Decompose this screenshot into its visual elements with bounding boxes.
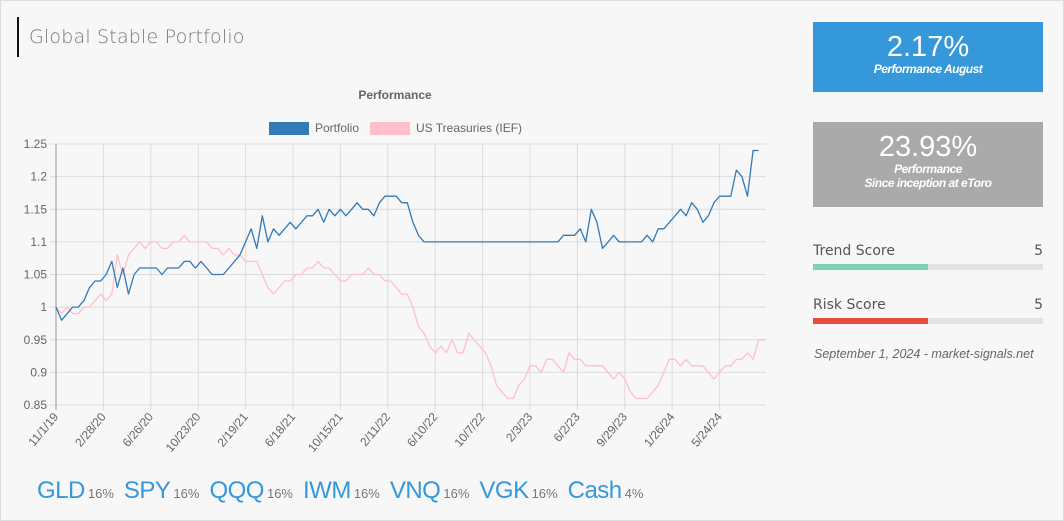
trend-score-bar [813, 264, 1043, 270]
legend-swatch[interactable] [370, 122, 410, 135]
trend-score-label: Trend Score [813, 243, 895, 259]
risk-score-fill [813, 318, 928, 324]
y-tick-label: 1 [40, 300, 47, 314]
legend-label[interactable]: Portfolio [315, 121, 359, 135]
legend-swatch[interactable] [269, 122, 309, 135]
x-tick-label: 6/2/23 [551, 410, 583, 445]
x-tick-label: 10/7/22 [451, 410, 488, 450]
x-tick-label: 6/26/20 [120, 410, 157, 450]
holding-ticker[interactable]: GLD [37, 477, 85, 505]
holding-ticker[interactable]: SPY [124, 477, 171, 505]
inception-performance-label-2: Since inception at eToro [864, 176, 992, 190]
x-tick-label: 2/19/21 [214, 410, 251, 450]
holding-weight: 16% [531, 486, 558, 501]
holding-item[interactable]: VGK 16% [479, 477, 557, 505]
x-tick-label: 11/1/19 [25, 410, 61, 449]
holding-ticker[interactable]: IWM [303, 477, 351, 505]
inception-performance-card: 23.93% Performance Since inception at eT… [813, 122, 1043, 207]
x-tick-label: 2/11/22 [357, 410, 393, 449]
holding-weight: 16% [87, 486, 114, 501]
treasuries-line [55, 234, 766, 400]
monthly-performance-value: 2.17% [886, 31, 970, 63]
risk-score: Risk Score 5 [813, 297, 1043, 324]
risk-score-label: Risk Score [813, 297, 886, 313]
chart-title: Performance [358, 88, 432, 102]
holding-item[interactable]: SPY 16% [124, 477, 200, 505]
x-tick-label: 2/28/20 [72, 410, 109, 450]
y-tick-label: 1.15 [24, 202, 48, 216]
chart-legend: Portfolio US Treasuries (IEF) [269, 121, 522, 135]
y-tick-label: 1.05 [24, 268, 48, 282]
y-axis: 1.25 1.2 1.15 1.1 1.05 1 0.95 0.9 0.85 [24, 137, 48, 412]
x-tick-label: 1/26/24 [641, 410, 678, 450]
title-block: Global Stable Portfolio [17, 17, 245, 57]
inception-performance-value: 23.93% [878, 131, 978, 163]
x-tick-label: 6/18/21 [262, 410, 299, 450]
holding-ticker[interactable]: Cash [568, 477, 623, 505]
holding-item[interactable]: VNQ 16% [390, 477, 470, 505]
holding-item[interactable]: QQQ 16% [209, 477, 293, 505]
holding-weight: 16% [443, 486, 470, 501]
x-tick-label: 10/23/20 [163, 410, 204, 455]
y-tick-label: 0.9 [30, 365, 47, 379]
trend-score-fill [813, 264, 928, 270]
performance-chart: Performance Portfolio US Treasuries (IEF)… [24, 88, 766, 455]
page-title: Global Stable Portfolio [29, 26, 245, 48]
x-tick-label: 2/3/23 [503, 410, 535, 445]
holdings-list: GLD 16% SPY 16% QQQ 16% IWM 16% VNQ 16% VGK 16% Cash… [37, 477, 653, 505]
holding-item[interactable]: Cash 4% [568, 477, 644, 505]
x-axis: 11/1/19 2/28/20 6/26/20 10/23/20 2/19/21 6/18… [25, 410, 725, 455]
legend-label[interactable]: US Treasuries (IEF) [416, 121, 522, 135]
holding-ticker[interactable]: VNQ [390, 477, 441, 505]
holding-item[interactable]: GLD 16% [37, 477, 114, 505]
holding-ticker[interactable]: QQQ [209, 477, 264, 505]
source-date: September 1, 2024 - market-signals.net [814, 347, 1034, 361]
y-tick-label: 1.2 [30, 170, 47, 184]
x-tick-label: 10/15/21 [305, 410, 346, 455]
holding-weight: 16% [353, 486, 380, 501]
risk-score-bar [813, 318, 1043, 324]
holding-weight: 16% [266, 486, 293, 501]
holding-weight: 4% [624, 486, 644, 501]
monthly-performance-label: Performance August [873, 62, 983, 76]
holding-ticker[interactable]: VGK [479, 477, 529, 505]
monthly-performance-card: 2.17% Performance August [813, 22, 1043, 92]
holding-item[interactable]: IWM 16% [303, 477, 380, 505]
chart-grid [50, 143, 766, 410]
y-tick-label: 0.85 [24, 398, 48, 412]
dashboard-panel: Global Stable Portfolio Performance Port… [0, 0, 1064, 521]
risk-score-value: 5 [1034, 297, 1043, 313]
inception-performance-label-1: Performance [894, 162, 962, 176]
holding-weight: 16% [173, 486, 200, 501]
trend-score: Trend Score 5 [813, 243, 1043, 270]
y-tick-label: 1.1 [30, 235, 47, 249]
x-tick-label: 5/24/24 [688, 410, 725, 450]
x-tick-label: 6/10/22 [404, 410, 441, 450]
trend-score-value: 5 [1034, 243, 1043, 259]
y-tick-label: 1.25 [24, 137, 48, 151]
x-tick-label: 9/29/23 [594, 410, 631, 450]
y-tick-label: 0.95 [24, 333, 48, 347]
